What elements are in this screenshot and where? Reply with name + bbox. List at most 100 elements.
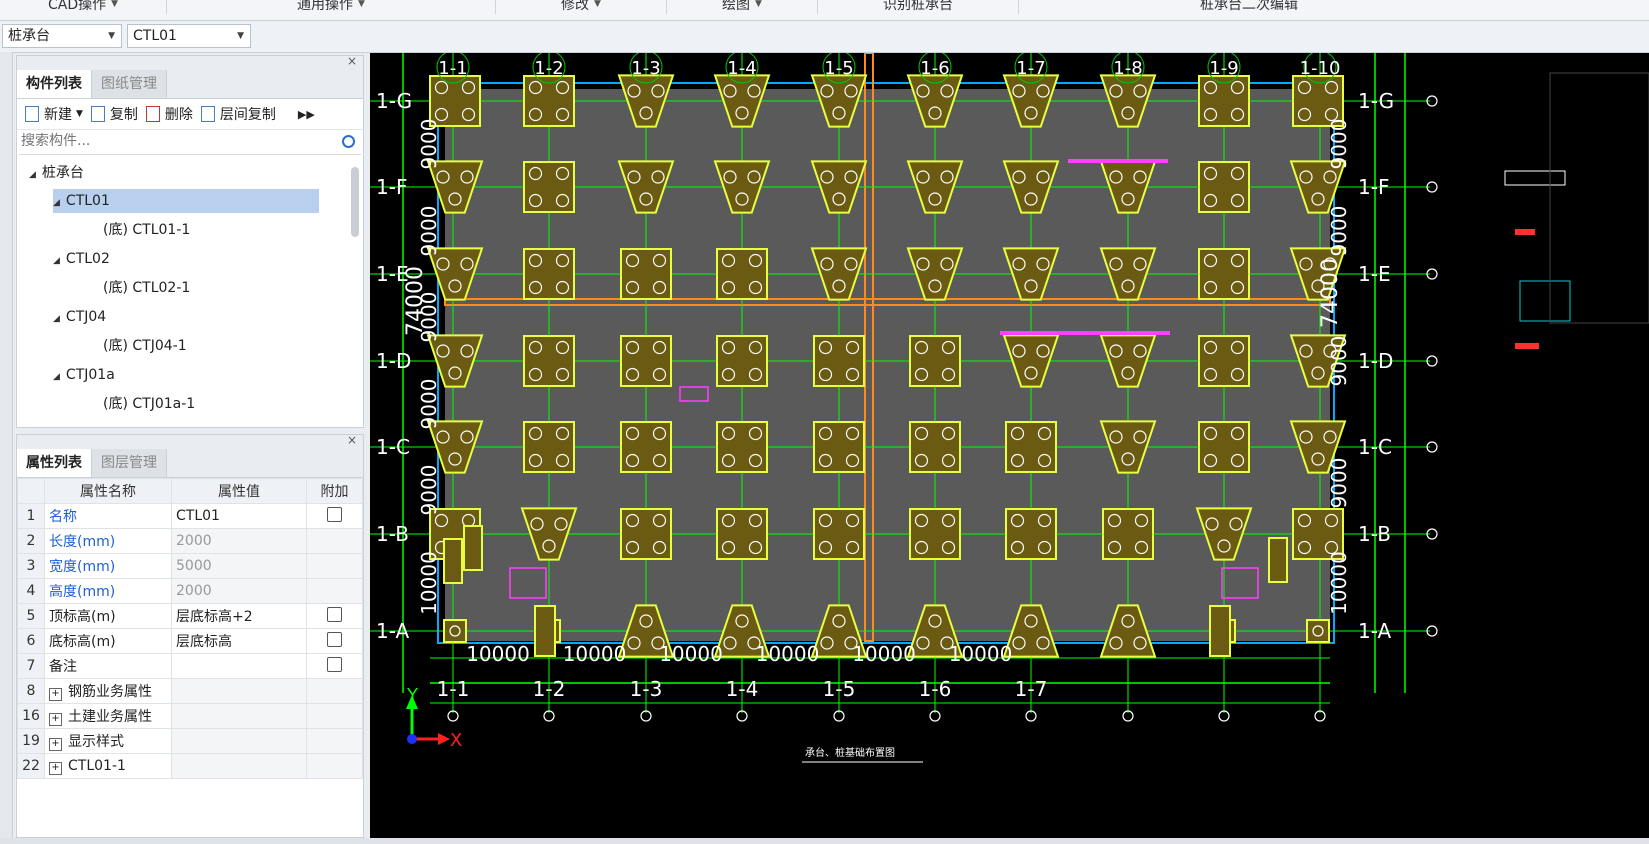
property-value	[171, 678, 307, 704]
collapse-icon[interactable]: ◢	[29, 170, 36, 180]
column-label: 1-2	[534, 58, 563, 79]
tab-component-list[interactable]: 构件列表	[17, 70, 92, 98]
tree-scrollbar[interactable]	[351, 167, 359, 237]
collapse-icon[interactable]: ◢	[53, 372, 60, 382]
property-group[interactable]: + 显示样式	[44, 728, 172, 754]
collapse-icon[interactable]: ◢	[53, 314, 60, 324]
row-number: 2	[17, 528, 45, 554]
tree-item-ctl01[interactable]: ◢ CTL01	[53, 189, 319, 213]
row-number: 19	[17, 728, 45, 754]
expand-icon[interactable]: +	[49, 761, 62, 775]
property-value[interactable]: 2000	[171, 578, 307, 604]
property-value[interactable]: 5000	[171, 553, 307, 579]
row-label-left: 1-F	[376, 175, 407, 199]
more-icon[interactable]: ▶▶	[298, 108, 315, 121]
extra-checkbox[interactable]	[327, 606, 342, 622]
floor-copy-button[interactable]: 层间复制	[200, 104, 276, 124]
table-row[interactable]: 16 + 土建业务属性	[17, 703, 363, 729]
collapse-icon[interactable]: ◢	[53, 256, 60, 266]
column-label: 1-8	[1113, 58, 1142, 79]
property-value[interactable]: 2000	[171, 528, 307, 554]
tree-child-ctl02-1[interactable]: (底) CTL02-1	[103, 276, 190, 300]
property-name: 顶标高(m)	[44, 603, 172, 629]
property-value[interactable]	[171, 653, 307, 679]
property-group[interactable]: + CTL01-1	[44, 753, 172, 779]
table-row[interactable]: 2 长度(mm) 2000	[17, 528, 363, 554]
property-group[interactable]: + 钢筋业务属性	[44, 678, 172, 704]
extra-cell	[306, 553, 363, 579]
table-row[interactable]: 4 高度(mm) 2000	[17, 578, 363, 604]
tab-drawing-manage[interactable]: 图纸管理	[92, 70, 167, 98]
column-header: 附加	[306, 478, 363, 504]
property-value[interactable]: CTL01	[171, 503, 307, 529]
delete-icon	[145, 106, 160, 122]
tree-item-ctl02[interactable]: ◢ CTL02	[53, 247, 110, 271]
property-value[interactable]: 层底标高+2	[171, 603, 307, 629]
collapse-icon[interactable]: ◢	[53, 198, 60, 208]
tree-root[interactable]: ◢ 桩承台	[29, 161, 84, 185]
detail-fragment	[1519, 280, 1571, 322]
copy-button[interactable]: 复制	[90, 104, 138, 124]
ribbon-group-cad[interactable]: CAD操作 ▼	[0, 0, 167, 14]
close-icon[interactable]: ×	[347, 433, 357, 447]
chevron-down-icon: ▼	[76, 109, 83, 119]
table-row[interactable]: 7 备注	[17, 653, 363, 679]
search-input[interactable]	[19, 132, 323, 150]
selector-bar: 桩承台 ▼ CTL01 ▼	[0, 21, 1649, 53]
dimension-right: 9000	[1327, 458, 1351, 509]
column-label: 1-6	[920, 58, 949, 79]
expand-icon[interactable]: +	[49, 738, 62, 751]
table-row[interactable]: 22 + CTL01-1	[17, 753, 363, 779]
property-value[interactable]: 层底标高	[171, 628, 307, 654]
row-label-left: 1-C	[376, 435, 410, 459]
delete-button[interactable]: 删除	[145, 104, 193, 124]
tree-item-ctj04[interactable]: ◢ CTJ04	[53, 305, 106, 329]
expand-icon[interactable]: +	[49, 713, 62, 726]
tree-child-ctl01-1[interactable]: (底) CTL01-1	[103, 218, 190, 242]
property-name: 底标高(m)	[44, 628, 172, 654]
new-button[interactable]: 新建 ▼	[25, 104, 83, 124]
tree-item-ctj01a[interactable]: ◢ CTJ01a	[53, 363, 115, 387]
ribbon-group-common[interactable]: 通用操作 ▼	[167, 0, 496, 14]
extra-checkbox[interactable]	[327, 656, 342, 672]
column-header: 属性名称	[44, 478, 172, 504]
extra-cell	[306, 528, 363, 554]
extra-checkbox[interactable]	[327, 506, 342, 522]
tab-property-list[interactable]: 属性列表	[17, 449, 92, 477]
ribbon-group-edit[interactable]: 桩承台二次编辑	[1019, 0, 1479, 14]
chevron-down-icon: ▼	[755, 0, 762, 9]
close-icon[interactable]: ×	[347, 54, 357, 68]
row-number: 6	[17, 628, 45, 654]
extra-checkbox[interactable]	[327, 631, 342, 647]
table-row[interactable]: 6 底标高(m) 层底标高	[17, 628, 363, 654]
row-number: 16	[17, 703, 45, 729]
expand-icon[interactable]: +	[49, 688, 62, 701]
tab-layer-manage[interactable]: 图层管理	[92, 449, 167, 477]
cad-drawing-canvas[interactable]: 1-1 1-2 1-3 1-4 1-5 1-6 1-7 1-8 1-9 1-10 1-G 1-G 1-F…	[370, 50, 1649, 838]
chevron-down-icon: ▼	[237, 31, 244, 41]
column-label-bottom: 1-7	[1015, 677, 1048, 701]
ribbon-group-identify[interactable]: 识别桩承台	[818, 0, 1019, 14]
search-icon[interactable]	[342, 135, 355, 148]
table-row[interactable]: 5 顶标高(m) 层底标高+2	[17, 603, 363, 629]
table-row[interactable]: 8 + 钢筋业务属性	[17, 678, 363, 704]
component-select[interactable]: CTL01 ▼	[127, 24, 251, 48]
tree-child-ctj04-1[interactable]: (底) CTJ04-1	[103, 334, 187, 358]
table-row[interactable]: 1 名称 CTL01	[17, 503, 363, 529]
table-row[interactable]: 19 + 显示样式	[17, 728, 363, 754]
column-label: 1-3	[631, 58, 660, 79]
ribbon-group-draw[interactable]: 绘图 ▼	[667, 0, 818, 14]
extra-cell	[306, 603, 363, 629]
category-select[interactable]: 桩承台 ▼	[2, 24, 122, 48]
pile-cap-strip	[534, 605, 556, 657]
table-row[interactable]: 3 宽度(mm) 5000	[17, 553, 363, 579]
column-label: 1-10	[1300, 58, 1341, 79]
ribbon-group-modify[interactable]: 修改 ▼	[496, 0, 667, 14]
dimension-left-total: 74000	[403, 266, 428, 336]
axis-x-arrow	[438, 733, 450, 745]
tree-child-ctj01a-1[interactable]: (底) CTJ01a-1	[103, 392, 195, 416]
row-label-right: 1-G	[1358, 89, 1394, 113]
cad-drawing[interactable]: 1-1 1-2 1-3 1-4 1-5 1-6 1-7 1-8 1-9 1-10 1-G 1-G 1-F…	[370, 50, 1649, 838]
property-group[interactable]: + 土建业务属性	[44, 703, 172, 729]
component-list-panel: × 构件列表 图纸管理 新建▼ 复制 删除 层间复制 ▶▶ ◢桩承台 ◢CTL0…	[16, 54, 364, 428]
